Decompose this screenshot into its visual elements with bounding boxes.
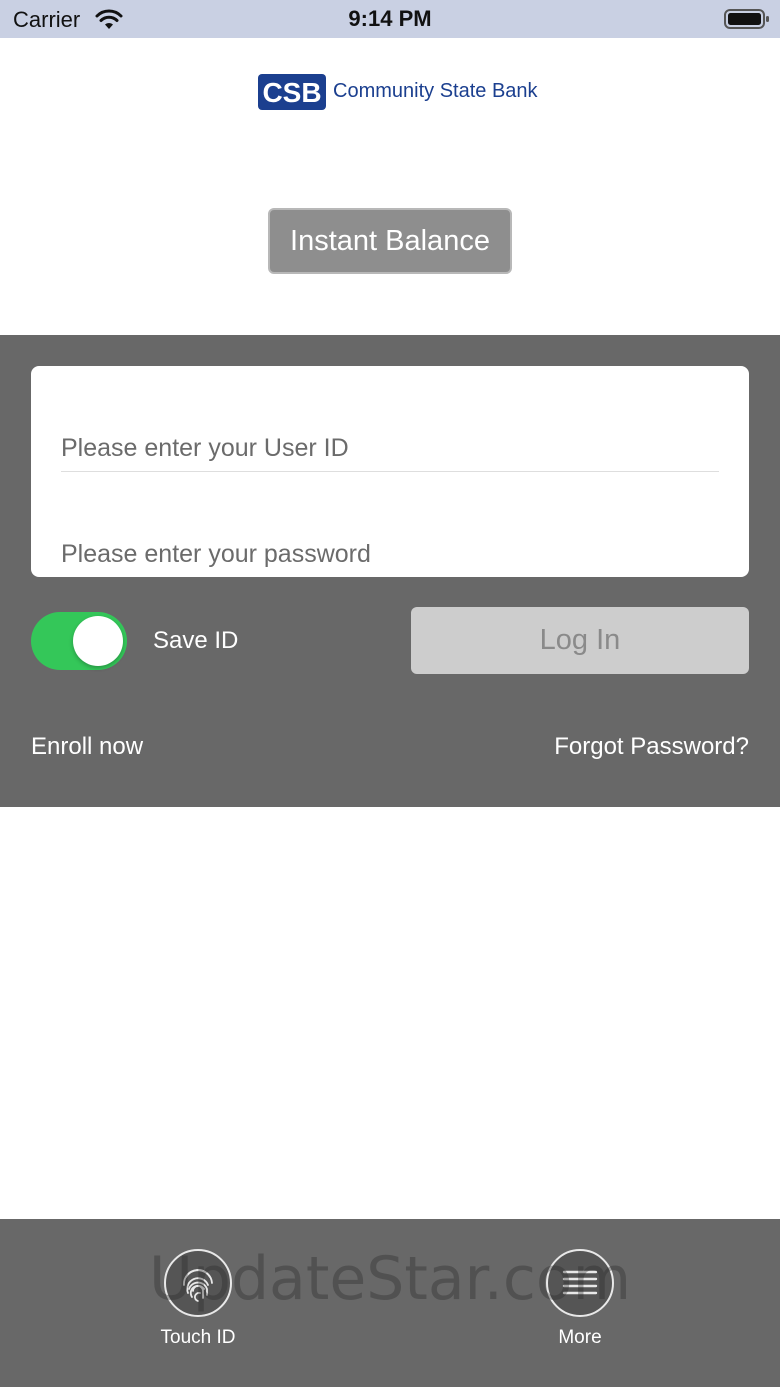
bank-logo: CSB Community State Bank xyxy=(258,74,538,112)
userid-input[interactable] xyxy=(61,418,719,478)
status-bar: Carrier 9:14 PM xyxy=(0,0,780,38)
status-time: 9:14 PM xyxy=(348,6,432,31)
credentials-card xyxy=(31,366,749,584)
forgot-password-link[interactable]: Forgot Password? xyxy=(554,733,749,761)
menu-icon xyxy=(562,1270,598,1295)
instant-balance-button[interactable]: Instant Balance xyxy=(268,208,512,274)
password-input[interactable] xyxy=(61,524,719,584)
battery-icon xyxy=(724,9,769,29)
touch-id-label: Touch ID xyxy=(160,1327,236,1348)
csb-logo-letters: CSB xyxy=(262,77,321,108)
toggle-knob xyxy=(73,616,123,666)
fingerprint-icon xyxy=(183,1269,213,1302)
bottom-bar: Touch ID More xyxy=(0,1219,780,1387)
field-divider xyxy=(61,471,719,472)
login-button[interactable]: Log In xyxy=(411,607,749,674)
csb-logo-mark: CSB xyxy=(258,74,326,110)
save-id-toggle[interactable] xyxy=(31,612,127,670)
enroll-now-link[interactable]: Enroll now xyxy=(31,733,143,761)
login-panel: Save ID Log In Enroll now Forgot Passwor… xyxy=(0,335,780,807)
more-circle xyxy=(546,1249,614,1317)
bank-name: Community State Bank xyxy=(333,80,538,102)
save-id-label: Save ID xyxy=(153,627,239,654)
more-label: More xyxy=(558,1327,602,1348)
touch-id-circle xyxy=(164,1249,232,1317)
